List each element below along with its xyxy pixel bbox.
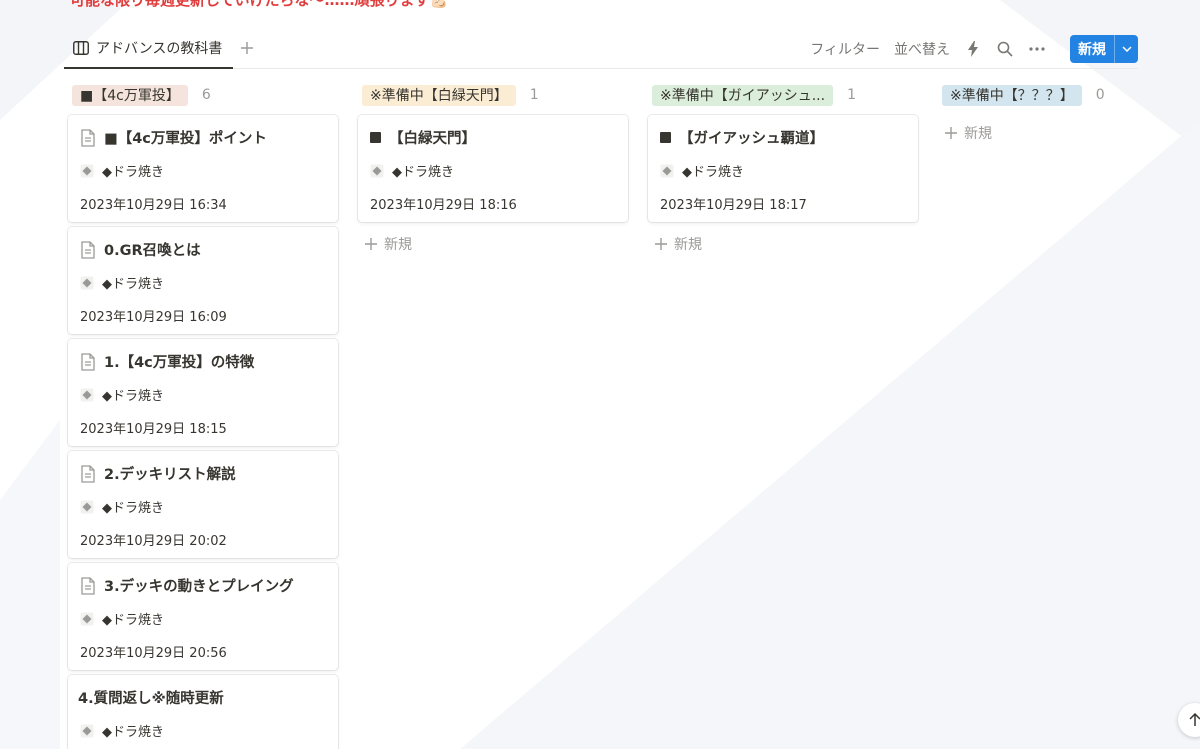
card-date: 2023年10月29日 18:16	[370, 198, 517, 213]
board-card[interactable]: ■【4c万軍投】ポイント ◆ドラ焼き 2023年10月29日 16:34	[68, 115, 338, 222]
card-title: 【ガイアッシュ覇道】	[679, 131, 824, 147]
group-count: 1	[529, 87, 539, 103]
add-card-button[interactable]: 新規	[654, 234, 702, 254]
board-card[interactable]: 0.GR召喚とは ◆ドラ焼き 2023年10月29日 16:09	[68, 227, 338, 334]
card-title: 1.【4c万軍投】の特徴	[104, 355, 255, 371]
search-icon[interactable]	[996, 40, 1014, 58]
add-card-label: 新規	[964, 126, 992, 142]
plus-icon	[945, 127, 957, 139]
square-icon	[660, 132, 671, 143]
card-title: ■【4c万軍投】ポイント	[104, 131, 267, 147]
sort-button[interactable]: 並べ替え	[894, 39, 950, 59]
card-property: ◆ドラ焼き	[102, 613, 164, 628]
card-title: 4.質問返し※随時更新	[78, 691, 224, 707]
page-icon	[81, 576, 95, 595]
diamond-icon	[80, 724, 94, 737]
card-property: ◆ドラ焼き	[102, 389, 164, 404]
toolbar-actions: フィルター 並べ替え 新規	[810, 35, 1138, 63]
new-page-label: 新規	[1078, 42, 1106, 58]
new-page-button[interactable]: 新規	[1070, 35, 1138, 63]
board-view-icon	[72, 39, 90, 57]
card-title: 3.デッキの動きとプレイング	[104, 579, 294, 595]
plus-icon	[365, 238, 377, 250]
group-tag: ※準備中【白緑天門】	[362, 84, 516, 106]
plus-icon	[655, 238, 667, 250]
page-icon	[81, 464, 95, 483]
automation-icon[interactable]	[964, 40, 982, 58]
card-date: 2023年10月29日 16:09	[80, 310, 227, 325]
card-date: 2023年10月29日 20:02	[80, 534, 227, 549]
square-icon	[370, 132, 381, 143]
board-column: ■【4c万軍投】 6 ■【4c万軍投】ポイント ◆ドラ焼き 2023年10月29…	[68, 83, 338, 749]
group-tag: ■【4c万軍投】	[72, 84, 188, 106]
diamond-icon	[370, 164, 384, 177]
group-tag: ※準備中【？？？】	[942, 84, 1082, 106]
card-property: ◆ドラ焼き	[392, 165, 454, 180]
view-tab-board[interactable]: アドバンスの教科書	[64, 28, 233, 69]
board-column: ※準備中【ガイアッシュ... 1 【ガイアッシュ覇道】 ◆ドラ焼き 2023年1…	[648, 83, 918, 253]
diamond-icon	[80, 612, 94, 625]
group-tag: ※準備中【ガイアッシュ...	[652, 84, 834, 106]
plus-icon	[241, 42, 253, 54]
card-title: 0.GR召喚とは	[104, 243, 201, 259]
card-title: 【白緑天門】	[389, 131, 476, 147]
scroll-up-button[interactable]	[1178, 703, 1200, 737]
diamond-icon	[80, 388, 94, 401]
group-count: 1	[847, 87, 857, 103]
announcement-banner: 可能な限り毎週更新していけたらな〜……頑張ります💪🏻	[70, 0, 449, 9]
database-toolbar: アドバンスの教科書 フィルター 並べ替え 新規	[64, 28, 1138, 69]
card-property: ◆ドラ焼き	[102, 725, 164, 740]
add-card-button[interactable]: 新規	[364, 234, 412, 254]
board-column: ※準備中【白緑天門】 1 【白緑天門】 ◆ドラ焼き 2023年10月29日 18…	[358, 83, 628, 253]
card-property: ◆ドラ焼き	[682, 165, 744, 180]
card-date: 2023年10月29日 20:56	[80, 646, 227, 661]
board-card[interactable]: 【白緑天門】 ◆ドラ焼き 2023年10月29日 18:16	[358, 115, 628, 222]
page-icon	[81, 128, 95, 147]
column-header[interactable]: ※準備中【白緑天門】 1	[358, 83, 628, 107]
add-view-button[interactable]	[236, 36, 258, 60]
add-card-label: 新規	[384, 237, 412, 253]
group-count: 0	[1095, 87, 1105, 103]
board-card[interactable]: 【ガイアッシュ覇道】 ◆ドラ焼き 2023年10月29日 18:17	[648, 115, 918, 222]
board-column: ※準備中【？？？】 0 新規	[938, 83, 1178, 142]
card-date: 2023年10月29日 18:17	[660, 198, 807, 213]
card-property: ◆ドラ焼き	[102, 277, 164, 292]
board-card[interactable]: 3.デッキの動きとプレイング ◆ドラ焼き 2023年10月29日 20:56	[68, 563, 338, 670]
card-property: ◆ドラ焼き	[102, 501, 164, 516]
board-card[interactable]: 1.【4c万軍投】の特徴 ◆ドラ焼き 2023年10月29日 18:15	[68, 339, 338, 446]
board-card[interactable]: 2.デッキリスト解説 ◆ドラ焼き 2023年10月29日 20:02	[68, 451, 338, 558]
group-count: 6	[201, 87, 211, 103]
arrow-up-icon	[1189, 713, 1200, 726]
card-date: 2023年10月29日 18:15	[80, 422, 227, 437]
diamond-icon	[80, 276, 94, 289]
add-card-button[interactable]: 新規	[944, 123, 992, 143]
diamond-icon	[80, 164, 94, 177]
page-icon	[81, 352, 95, 371]
board-card[interactable]: 4.質問返し※随時更新 ◆ドラ焼き	[68, 675, 338, 749]
diamond-icon	[660, 164, 674, 177]
column-header[interactable]: ※準備中【ガイアッシュ... 1	[648, 83, 918, 107]
view-tab-label: アドバンスの教科書	[96, 40, 223, 57]
card-date: 2023年10月29日 16:34	[80, 198, 227, 213]
column-header[interactable]: ※準備中【？？？】 0	[938, 83, 1178, 107]
column-header[interactable]: ■【4c万軍投】 6	[68, 83, 338, 107]
new-page-dropdown[interactable]	[1114, 35, 1138, 63]
filter-button[interactable]: フィルター	[810, 39, 880, 59]
more-options-icon[interactable]	[1028, 40, 1046, 58]
diamond-icon	[80, 500, 94, 513]
card-property: ◆ドラ焼き	[102, 165, 164, 180]
add-card-label: 新規	[674, 237, 702, 253]
page-icon	[81, 240, 95, 259]
card-title: 2.デッキリスト解説	[104, 467, 236, 483]
chevron-down-icon	[1121, 46, 1132, 52]
